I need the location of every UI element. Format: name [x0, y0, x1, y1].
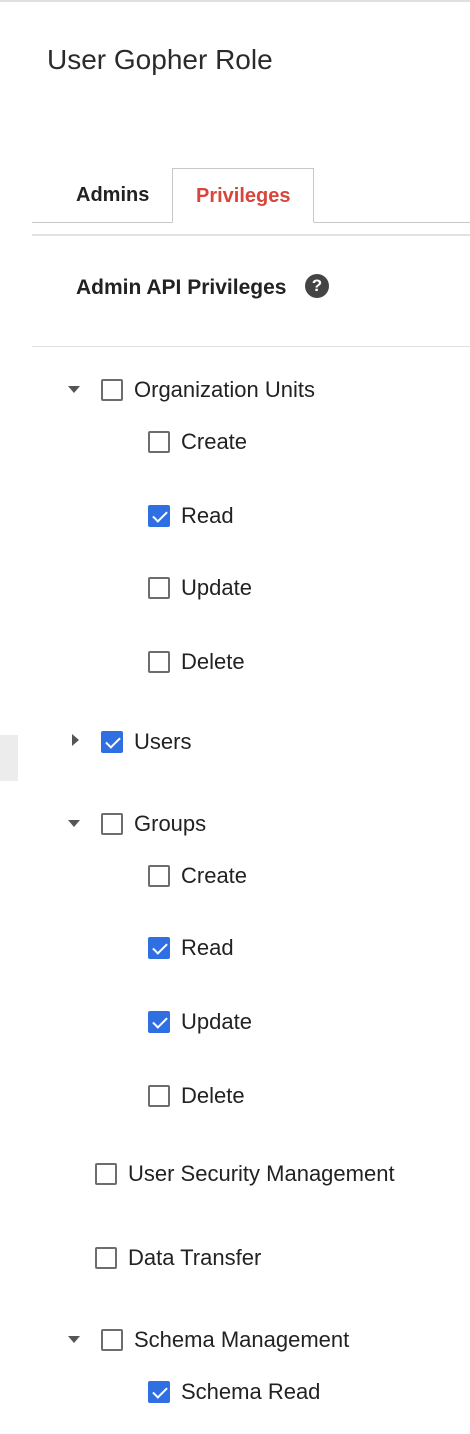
expand-arrow-icon[interactable] — [68, 1336, 80, 1343]
section-title: Admin API Privileges — [76, 276, 287, 299]
checkbox[interactable] — [95, 1163, 117, 1185]
tab-admins[interactable]: Admins — [76, 184, 149, 207]
expand-arrow-icon[interactable] — [68, 820, 80, 827]
privilege-groups[interactable]: Groups — [101, 810, 206, 838]
collapse-arrow-icon[interactable] — [72, 734, 79, 746]
privilege-org-units[interactable]: Organization Units — [101, 376, 315, 404]
checkbox[interactable] — [148, 577, 170, 599]
expand-arrow-icon[interactable] — [68, 386, 80, 393]
privilege-label: Create — [181, 863, 248, 888]
privilege-groups-create[interactable]: Create — [148, 862, 247, 890]
divider — [32, 346, 470, 347]
privilege-users[interactable]: Users — [101, 728, 191, 756]
privilege-label: Schema Management — [134, 1327, 350, 1352]
privilege-label: Schema Read — [181, 1379, 321, 1404]
checkbox[interactable] — [148, 865, 170, 887]
privilege-data-transfer[interactable]: Data Transfer — [95, 1244, 261, 1272]
help-circle-icon[interactable]: ? — [305, 274, 329, 298]
privilege-label: Delete — [181, 1083, 245, 1108]
privilege-user-security-management[interactable]: User Security Management — [95, 1160, 395, 1188]
checkbox[interactable] — [148, 651, 170, 673]
checkbox[interactable] — [148, 431, 170, 453]
privilege-groups-update[interactable]: Update — [148, 1008, 252, 1036]
privilege-label: User Security Management — [128, 1161, 395, 1186]
privilege-label: Update — [181, 1009, 252, 1034]
privilege-label: Data Transfer — [128, 1245, 262, 1270]
privilege-org-units-delete[interactable]: Delete — [148, 648, 245, 676]
privilege-label: Read — [181, 503, 234, 528]
privilege-label: Groups — [134, 811, 207, 836]
left-panel-edge — [0, 735, 18, 781]
checkbox[interactable] — [101, 379, 123, 401]
privilege-label: Update — [181, 575, 252, 600]
checkbox-checked[interactable] — [101, 731, 123, 753]
checkbox[interactable] — [101, 813, 123, 835]
privilege-label: Organization Units — [134, 377, 315, 402]
privilege-groups-delete[interactable]: Delete — [148, 1082, 245, 1110]
page-title: User Gopher Role — [47, 44, 273, 75]
checkbox-checked[interactable] — [148, 1011, 170, 1033]
checkbox-checked[interactable] — [148, 1381, 170, 1403]
checkbox[interactable] — [148, 1085, 170, 1107]
tab-privileges[interactable]: Privileges — [172, 168, 314, 223]
tab-privileges-label: Privileges — [196, 185, 291, 207]
checkbox-checked[interactable] — [148, 937, 170, 959]
privilege-label: Delete — [181, 649, 245, 674]
privilege-org-units-update[interactable]: Update — [148, 574, 252, 602]
privilege-schema-read[interactable]: Schema Read — [148, 1378, 320, 1406]
divider — [32, 234, 470, 236]
privilege-label: Users — [134, 729, 192, 754]
privilege-label: Create — [181, 429, 248, 454]
checkbox[interactable] — [101, 1329, 123, 1351]
privilege-schema-management[interactable]: Schema Management — [101, 1326, 349, 1354]
checkbox-checked[interactable] — [148, 505, 170, 527]
top-border — [0, 0, 470, 6]
privilege-label: Read — [181, 935, 234, 960]
privilege-org-units-read[interactable]: Read — [148, 502, 234, 530]
privilege-org-units-create[interactable]: Create — [148, 428, 247, 456]
checkbox[interactable] — [95, 1247, 117, 1269]
privilege-groups-read[interactable]: Read — [148, 934, 234, 962]
